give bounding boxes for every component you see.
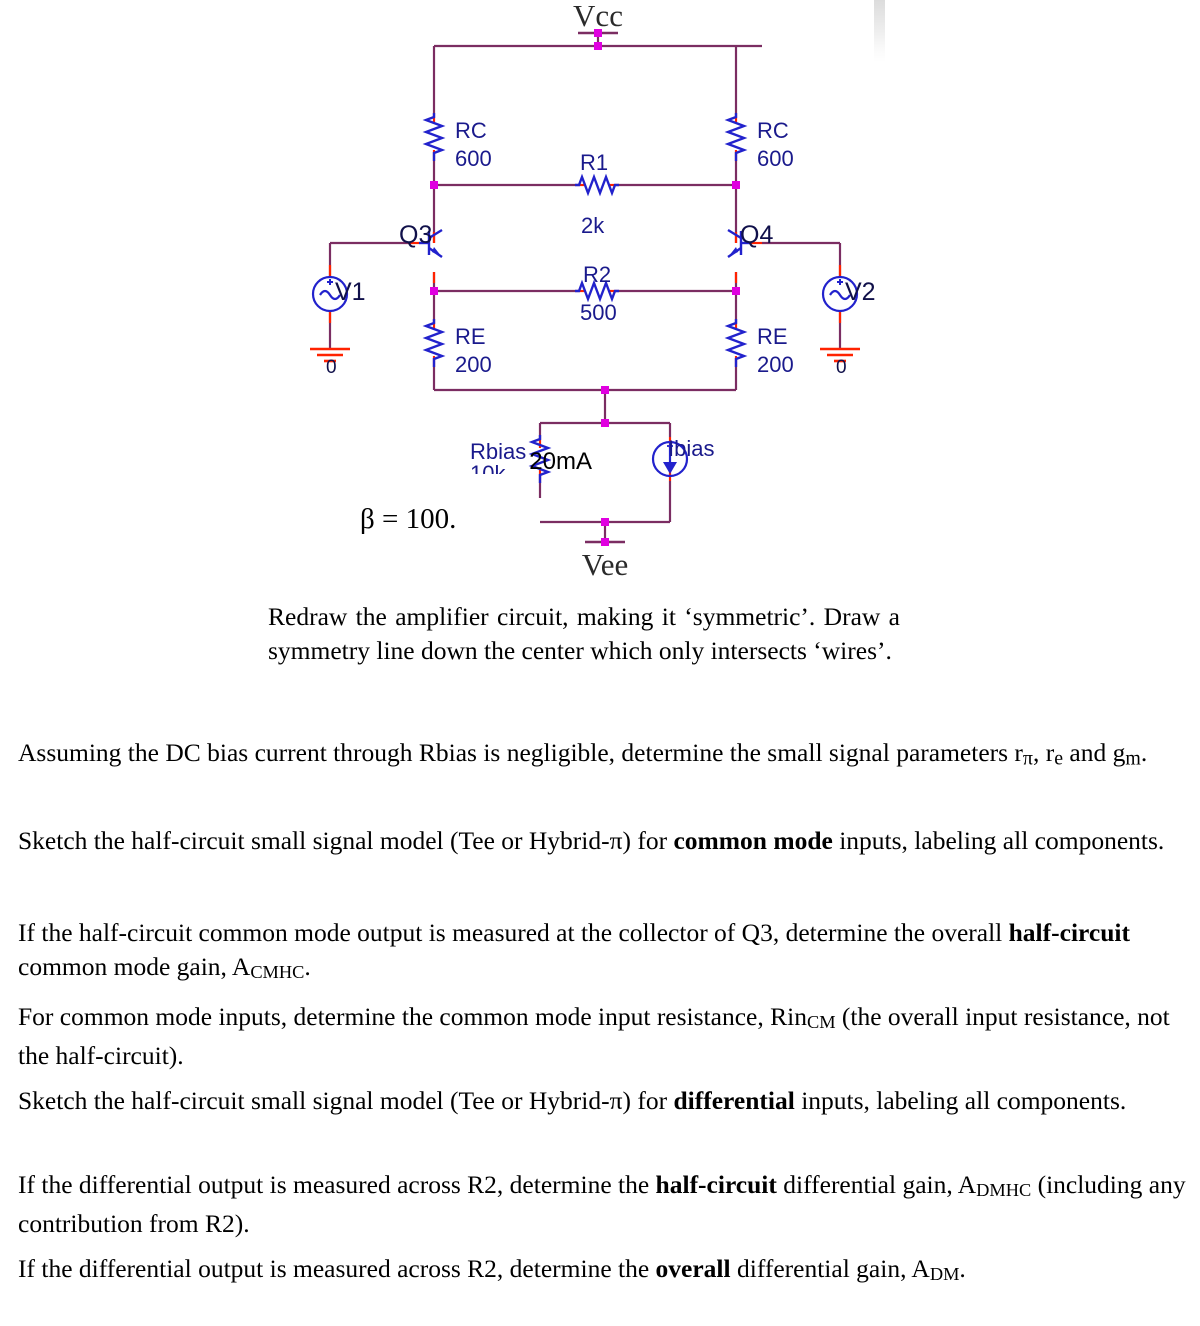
q-rincm-a: For common mode inputs, determine the co…	[18, 1002, 807, 1031]
question-rincm: For common mode inputs, determine the co…	[18, 1000, 1188, 1073]
q-acmhc-b: common mode gain, A	[18, 952, 251, 981]
label-re-right-name: RE	[757, 324, 788, 349]
question-adm: If the differential output is measured a…	[18, 1252, 1188, 1291]
q-dm-sketch-a: Sketch the half-circuit small signal mod…	[18, 1086, 674, 1115]
label-r2-value: 500	[580, 300, 617, 325]
q-acmhc-a: If the half-circuit common mode output i…	[18, 918, 1009, 947]
q-cm-sketch-bold: common mode	[673, 826, 833, 855]
q-params-sub-m: m	[1125, 747, 1141, 770]
label-vee: Vee	[582, 547, 628, 582]
label-rc-left-value: 600	[455, 146, 492, 171]
q-adm-sub: DM	[929, 1263, 960, 1284]
q-adm-c: .	[959, 1254, 966, 1283]
label-q3: Q3	[399, 221, 432, 249]
label-gnd-right: 0	[836, 357, 847, 378]
source-value-labels: 20mA	[529, 448, 592, 475]
label-ibias-value: 20mA	[529, 448, 592, 475]
q-rincm-sub: CM	[806, 1011, 836, 1032]
q-acmhc-sub: CMHC	[250, 961, 305, 982]
q-params-end: .	[1140, 738, 1148, 767]
q-adm-b: differential gain, A	[730, 1254, 930, 1283]
question-cm-sketch: Sketch the half-circuit small signal mod…	[18, 824, 1188, 858]
question-small-signal-params: Assuming the DC bias current through Rbi…	[18, 736, 1188, 776]
q-dm-sketch-b: inputs, labeling all components.	[794, 1086, 1127, 1115]
label-ibias-name: Ibias	[668, 436, 714, 461]
question-acmhc: If the half-circuit common mode output i…	[18, 916, 1188, 989]
q-admhc-bold: half-circuit	[655, 1170, 777, 1199]
label-gnd-left: 0	[326, 357, 337, 378]
q-params-sub-pi: π	[1022, 747, 1033, 770]
label-re-left-value: 200	[455, 352, 492, 377]
q-cm-sketch-a: Sketch the half-circuit small signal mod…	[18, 826, 674, 855]
label-r1-value: 2k	[581, 213, 605, 238]
label-rc-left-name: RC	[455, 118, 487, 143]
q-params-mid2: and g	[1063, 738, 1126, 767]
q-dm-sketch-bold: differential	[673, 1086, 795, 1115]
q-params-line2-pre: parameters r	[896, 738, 1023, 767]
q-admhc-sub: DMHC	[976, 1179, 1032, 1200]
question-dm-sketch: Sketch the half-circuit small signal mod…	[18, 1084, 1188, 1118]
q-params-line1: Assuming the DC bias current through Rbi…	[18, 738, 890, 767]
q-params-mid: , r	[1032, 738, 1055, 767]
question-redraw: Redraw the amplifier circuit, making it …	[268, 602, 900, 665]
circuit-schematic: RC 600 RC 600 R1 2k R2 500 RE 200 RE 200…	[0, 0, 1200, 600]
label-v2: V2	[845, 278, 876, 306]
q-adm-bold: overall	[655, 1254, 731, 1283]
q-admhc-a: If the differential output is measured a…	[18, 1170, 656, 1199]
label-r1-name: R1	[580, 150, 608, 175]
label-rc-right-value: 600	[757, 146, 794, 171]
label-v1: V1	[335, 278, 366, 306]
label-rc-right-name: RC	[757, 118, 789, 143]
q-admhc-b: differential gain, A	[776, 1170, 977, 1199]
label-q4: Q4	[740, 221, 773, 249]
label-re-left-name: RE	[455, 324, 486, 349]
label-re-right-value: 200	[757, 352, 794, 377]
q-cm-sketch-b: inputs, labeling all components.	[832, 826, 1165, 855]
beta-note: β = 100.	[360, 503, 457, 535]
label-vcc: Vcc	[573, 0, 623, 33]
q-adm-a: If the differential output is measured a…	[18, 1254, 656, 1283]
svg-text:10k: 10k	[470, 461, 506, 486]
q-acmhc-bold: half-circuit	[1008, 918, 1130, 947]
label-rbias-name: Rbias	[470, 439, 526, 464]
label-rbias-value-clipped: 10k	[470, 461, 506, 486]
question-admhc: If the differential output is measured a…	[18, 1168, 1188, 1241]
label-r2-name: R2	[583, 262, 611, 287]
q-params-sub-e: e	[1054, 747, 1064, 770]
q-acmhc-c: .	[304, 952, 311, 981]
